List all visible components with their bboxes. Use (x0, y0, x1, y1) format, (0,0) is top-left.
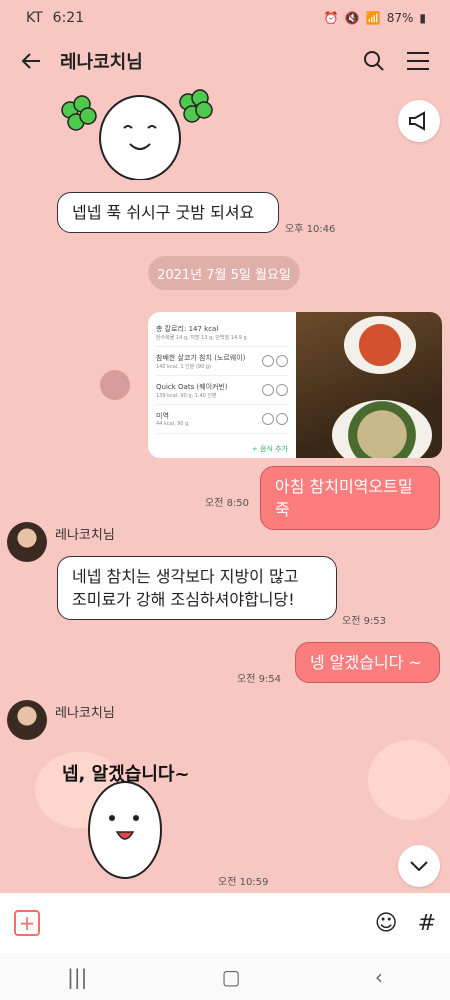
emoji-icon[interactable]: ☺ (375, 911, 398, 936)
minus-icon (262, 355, 274, 367)
message-bubble-received[interactable]: 넵넵 푹 쉬시구 굿밤 되셔요 (57, 192, 279, 234)
minus-icon (262, 413, 274, 425)
message-bubble-sent[interactable]: 넹 알겠습니다 ~ (295, 642, 440, 684)
home-icon[interactable]: ▢ (222, 965, 241, 989)
sticker-caption: 넵, 알겠습니다~ (62, 764, 190, 785)
message-text: 아침 참치미역오트밀죽 (275, 477, 413, 520)
wifi-icon: 📶 (365, 11, 381, 25)
carrier: KT (26, 10, 43, 26)
food-item-row: 미역 44 kcal, 90 g (156, 405, 288, 434)
menu-icon[interactable] (400, 43, 436, 79)
status-bar: KT 6:21 ⏰ 🔇 📶 87% ▮ (0, 0, 450, 36)
scroll-down-button[interactable] (398, 845, 440, 887)
message-time: 오전 8:50 (205, 498, 250, 509)
recents-icon[interactable]: ||| (67, 965, 87, 989)
system-nav-bar: ||| ▢ ‹ (0, 953, 450, 1000)
meal-photo (296, 312, 442, 458)
mute-icon: 🔇 (344, 11, 360, 25)
message-time: 오후 10:46 (285, 224, 336, 235)
back-icon[interactable]: ‹ (375, 965, 383, 989)
message-time: 오전 9:54 (237, 674, 282, 685)
back-arrow-icon[interactable] (14, 44, 48, 78)
plus-icon (276, 413, 288, 425)
alarm-icon: ⏰ (323, 11, 339, 25)
add-food-link: + 음식 추가 (251, 445, 288, 453)
megaphone-icon[interactable] (398, 100, 440, 142)
message-text-line: 네넵 참치는 생각보다 지방이 많고 (72, 567, 299, 586)
food-log-photo[interactable]: 총 칼로리: 147 kcal 탄수화물 14 g, 지방 13 g, 단백질 … (148, 312, 442, 458)
date-divider: 2021년 7월 5일 월요일 (148, 256, 300, 290)
plus-icon (276, 384, 288, 396)
chat-header: 레나코치님 (0, 36, 450, 86)
message-bubble-received[interactable]: 네넵 참치는 생각보다 지방이 많고 조미료가 강해 조심하셔야합니당! (57, 556, 337, 621)
avatar[interactable] (7, 700, 47, 740)
clock: 6:21 (52, 10, 85, 26)
sender-name: 레나코치님 (55, 706, 115, 721)
message-input-bar: + ☺ # (0, 893, 450, 953)
avatar[interactable] (7, 522, 47, 562)
battery-icon: ▮ (419, 11, 426, 25)
message-time: 오전 9:53 (342, 616, 387, 627)
message-text: 넵넵 푹 쉬시구 굿밤 되셔요 (72, 203, 255, 222)
minus-icon (262, 384, 274, 396)
food-summary-row: 총 칼로리: 147 kcal 탄수화물 14 g, 지방 13 g, 단백질 … (156, 318, 288, 347)
food-item-row: Quick Oats (퀘이커빈) 139 kcal, 90 g, 1.40 인분 (156, 376, 288, 405)
plus-icon (276, 355, 288, 367)
sender-name: 레나코치님 (55, 528, 115, 543)
search-icon[interactable] (356, 43, 392, 79)
message-bubble-sent[interactable]: 아침 참치미역오트밀죽 (260, 466, 440, 531)
message-time: 오전 10:59 (218, 877, 269, 888)
character-sticker-top (61, 89, 213, 180)
battery-level: 87% (386, 11, 414, 25)
plus-icon[interactable]: + (14, 910, 40, 936)
message-text: 넹 알겠습니다 ~ (310, 653, 422, 672)
hash-icon[interactable]: # (418, 911, 436, 936)
food-item-row: 참배한 살코기 참치 (노르웨이) 140 kcal, 1 인분 (90 g) (156, 347, 288, 376)
food-list: 총 칼로리: 147 kcal 탄수화물 14 g, 지방 13 g, 단백질 … (148, 312, 296, 458)
share-icon[interactable] (100, 370, 130, 400)
message-text-line: 조미료가 강해 조심하셔야합니당! (72, 590, 295, 610)
chat-title: 레나코치님 (60, 52, 143, 73)
